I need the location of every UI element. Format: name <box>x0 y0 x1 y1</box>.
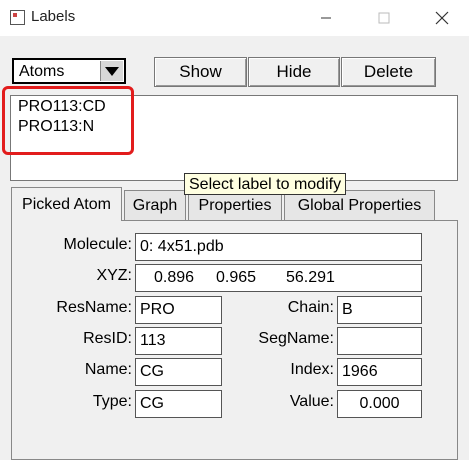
resid-label: ResID: <box>83 330 132 347</box>
tab-graph[interactable]: Graph <box>124 190 186 220</box>
delete-button[interactable]: Delete <box>341 57 436 87</box>
chain-label: Chain: <box>287 299 334 316</box>
segname-label: SegName: <box>258 330 334 347</box>
type-field[interactable]: CG <box>135 390 222 418</box>
molecule-field[interactable]: 0: 4x51.pdb <box>135 233 422 261</box>
window-title: Labels <box>31 8 76 25</box>
app-icon <box>10 10 25 25</box>
hide-button[interactable]: Hide <box>248 57 340 87</box>
resname-field[interactable]: PRO <box>135 296 222 324</box>
maximize-button[interactable] <box>361 0 407 36</box>
close-icon <box>435 11 449 25</box>
x-value: 0.896 <box>154 269 195 286</box>
segname-field[interactable] <box>337 327 422 355</box>
show-button[interactable]: Show <box>154 57 247 87</box>
value-field[interactable]: 0.000 <box>337 390 422 418</box>
xyz-field[interactable]: 0.896 0.965 56.291 <box>135 264 422 292</box>
minimize-button[interactable] <box>303 0 349 36</box>
index-label: Index: <box>290 361 334 378</box>
maximize-icon <box>378 12 390 24</box>
close-button[interactable] <box>419 0 465 36</box>
dropdown-arrow-icon[interactable] <box>100 61 123 81</box>
list-item[interactable]: PRO113:CD <box>18 98 106 116</box>
name-label: Name: <box>84 361 132 378</box>
minimize-icon <box>321 17 331 19</box>
picked-atom-panel: Molecule: 0: 4x51.pdb XYZ: 0.896 0.965 56.… <box>11 220 458 460</box>
category-select[interactable]: Atoms <box>12 58 126 84</box>
tooltip: Select label to modify <box>184 173 347 195</box>
resname-label: ResName: <box>56 299 132 316</box>
resid-field[interactable]: 113 <box>135 327 222 355</box>
y-value: 0.965 <box>216 269 257 286</box>
labels-list[interactable]: PRO113:CD PRO113:N <box>10 95 458 181</box>
title-bar: Labels <box>0 0 469 36</box>
name-field[interactable]: CG <box>135 358 222 386</box>
value-label: Value: <box>289 393 334 410</box>
chain-field[interactable]: B <box>337 296 422 324</box>
tab-picked-atom[interactable]: Picked Atom <box>11 187 122 221</box>
molecule-label: Molecule: <box>63 236 132 253</box>
index-field[interactable]: 1966 <box>337 358 422 386</box>
list-item[interactable]: PRO113:N <box>18 118 94 136</box>
category-select-value: Atoms <box>19 63 65 80</box>
type-label: Type: <box>92 393 132 410</box>
xyz-label: XYZ: <box>96 267 132 284</box>
z-value: 56.291 <box>286 269 335 286</box>
